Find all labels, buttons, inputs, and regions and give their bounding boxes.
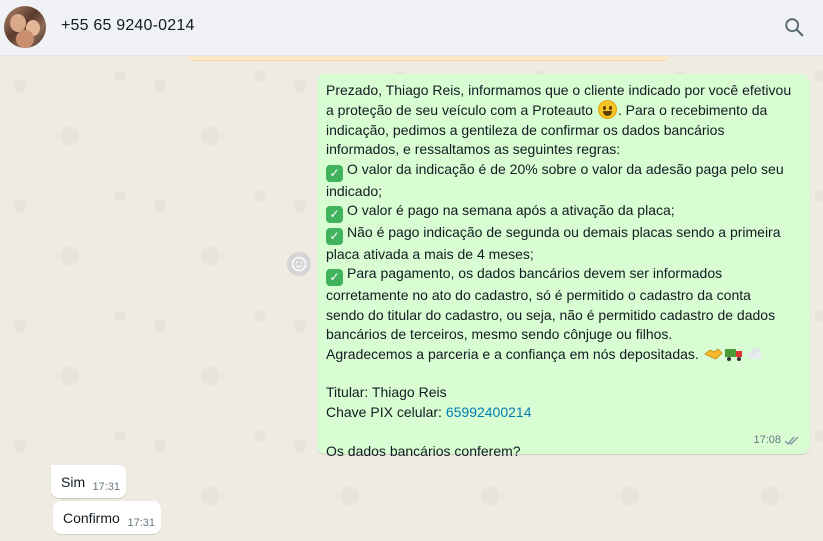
rule-text: Para pagamento, os dados bancários devem… <box>347 265 723 282</box>
double-check-icon <box>784 436 799 445</box>
chat-header: +55 65 9240-0214 <box>0 0 823 56</box>
rule-text: O valor é pago na semana após a ativação… <box>347 202 675 219</box>
message-text: Prezado, Thiago Reis, informamos que o c… <box>326 82 792 98</box>
rule-text: placa ativada a mais de 4 meses; <box>326 246 534 263</box>
rule-text: corretamente no ato do cadastro, só é pe… <box>326 287 751 304</box>
question-text: Os dados bancários conferem? <box>326 442 521 459</box>
rule-text: sendo do titular do cadastro, ou seja, n… <box>326 306 776 323</box>
avatar[interactable] <box>4 6 46 48</box>
message-time: 17:31 <box>127 517 155 529</box>
message-time: 17:08 <box>753 433 781 446</box>
rule-text: Não é pago indicação de segunda ou demai… <box>347 224 781 241</box>
check-mark-emoji-icon: ✓ <box>326 206 343 224</box>
reaction-button[interactable] <box>287 252 311 276</box>
pix-label: Chave PIX celular: <box>326 403 446 420</box>
message-text: Sim <box>61 474 86 490</box>
rule-text: O valor da indicação é de 20% sobre o va… <box>347 160 784 177</box>
message-text: Confirmo <box>63 510 120 526</box>
message-meta: 17:08 <box>753 431 800 450</box>
grinning-emoji-icon <box>597 100 617 120</box>
contact-name[interactable]: +55 65 9240-0214 <box>61 17 195 35</box>
message-text: a proteção de seu veículo com a Proteaut… <box>326 102 597 119</box>
rule-text: bancários de terceiros, mesmo sendo cônj… <box>326 326 673 343</box>
incoming-message[interactable]: Sim 17:31 <box>51 465 126 498</box>
dash-emoji-icon <box>746 347 762 360</box>
message-text: Agradecemos a parceria e a confiança em … <box>326 345 703 362</box>
check-mark-emoji-icon: ✓ <box>326 269 343 287</box>
truck-emoji-icon <box>724 348 742 361</box>
message-text: informados, e ressaltamos as seguintes r… <box>326 141 621 158</box>
outgoing-message[interactable]: Prezado, Thiago Reis, informamos que o c… <box>317 74 810 459</box>
rule-text: indicado; <box>326 182 383 199</box>
check-mark-emoji-icon: ✓ <box>326 228 343 246</box>
message-text: indicação, pedimos a gentileza de confir… <box>326 121 725 138</box>
search-icon[interactable] <box>783 16 805 38</box>
message-text: . Para o recebimento da <box>617 102 768 119</box>
check-mark-emoji-icon: ✓ <box>326 164 343 182</box>
smiley-icon <box>291 256 307 272</box>
message-time: 17:31 <box>92 481 120 493</box>
incoming-message[interactable]: Confirmo 17:31 <box>53 501 161 534</box>
handshake-emoji-icon <box>703 348 723 360</box>
pix-phone-link[interactable]: 65992400214 <box>446 404 532 420</box>
titular-text: Titular: Thiago Reis <box>326 384 447 401</box>
